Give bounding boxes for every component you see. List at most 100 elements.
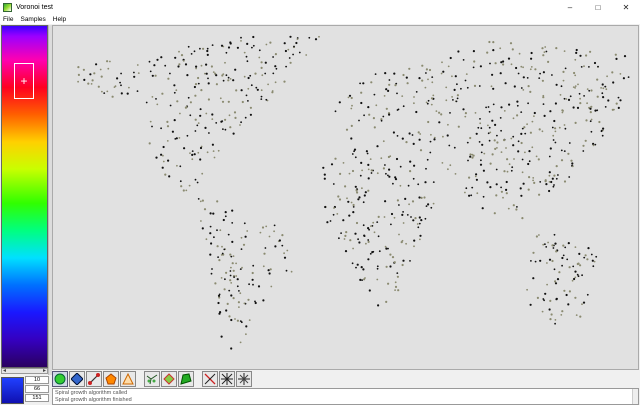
cross-tool[interactable]: [202, 370, 218, 387]
log-scrollbar[interactable]: [632, 389, 638, 404]
sample-point: [91, 79, 94, 82]
value-field-1[interactable]: 10: [25, 376, 49, 384]
maximize-button[interactable]: □: [584, 0, 612, 14]
sample-point: [377, 304, 380, 307]
sample-point: [149, 70, 152, 73]
voronoi-tool[interactable]: [144, 370, 160, 387]
sample-point: [164, 64, 167, 67]
menu-samples[interactable]: Samples: [20, 16, 45, 23]
sample-point: [236, 285, 239, 288]
sample-point: [534, 260, 537, 263]
menu-file[interactable]: File: [3, 16, 13, 23]
sample-point: [488, 40, 491, 44]
sample-point: [520, 65, 523, 68]
sample-point: [239, 292, 242, 295]
sample-point: [269, 41, 272, 44]
sample-point: [549, 147, 552, 150]
sample-point: [211, 113, 214, 116]
value-field-2[interactable]: 66: [25, 385, 49, 393]
sample-point: [543, 51, 546, 53]
sample-point: [493, 212, 496, 215]
current-color-swatch[interactable]: [1, 377, 24, 404]
triangle-tool[interactable]: [120, 370, 136, 387]
palette-marker[interactable]: +: [14, 63, 34, 99]
sample-point: [364, 191, 367, 194]
sample-point: [373, 93, 376, 96]
palette-scrollbar[interactable]: ◂ ▸: [1, 368, 48, 374]
sample-point: [491, 119, 494, 122]
sample-point: [506, 170, 509, 173]
sample-point: [200, 64, 203, 67]
log-panel[interactable]: Spiral growth algorithm called Spiral gr…: [52, 388, 639, 405]
sample-point: [475, 173, 478, 176]
sample-point: [97, 85, 100, 88]
sample-point: [355, 189, 358, 192]
sample-point: [447, 65, 450, 68]
color-palette[interactable]: +: [1, 25, 48, 368]
sample-point: [469, 155, 472, 158]
sample-point: [376, 267, 379, 270]
sample-point: [520, 111, 523, 113]
value-field-3[interactable]: 151: [25, 394, 49, 402]
sample-point: [289, 35, 292, 38]
sample-point: [408, 67, 411, 70]
drawing-canvas[interactable]: [52, 25, 639, 370]
star-tool[interactable]: [219, 370, 235, 387]
sample-point: [590, 118, 593, 121]
sample-point: [412, 142, 415, 145]
sample-point: [179, 165, 182, 168]
sample-point: [429, 151, 432, 154]
sample-point: [412, 219, 415, 222]
sample-point: [583, 95, 585, 97]
sample-point: [222, 218, 225, 222]
sample-point: [457, 50, 460, 53]
sample-point: [508, 163, 511, 166]
sample-point: [210, 272, 213, 275]
sample-point: [451, 96, 453, 98]
sample-point: [442, 135, 444, 138]
sample-point: [367, 227, 370, 230]
minimize-button[interactable]: –: [556, 0, 584, 14]
sample-point: [418, 77, 421, 80]
diamond-tool[interactable]: [69, 370, 85, 387]
sample-point: [211, 143, 214, 146]
sample-point: [500, 186, 502, 189]
sample-point: [502, 196, 504, 199]
sample-point: [357, 198, 360, 201]
polygon-tool[interactable]: [103, 370, 119, 387]
sample-point: [240, 89, 243, 92]
title-bar[interactable]: Voronoi test – □ ✕: [0, 0, 640, 14]
sample-point: [195, 67, 198, 70]
scroll-left-icon[interactable]: ◂: [3, 367, 6, 374]
fill-tool[interactable]: [178, 370, 194, 387]
sample-point: [392, 131, 395, 134]
sample-point: [100, 75, 103, 78]
sample-point: [345, 231, 348, 234]
sample-point: [566, 258, 569, 261]
star-alt-tool[interactable]: [236, 370, 252, 387]
sample-point: [186, 134, 189, 137]
sample-point: [339, 172, 342, 175]
sample-point: [82, 68, 85, 71]
sample-point: [240, 248, 243, 251]
line-tool[interactable]: [86, 370, 102, 387]
circle-tool[interactable]: [52, 370, 68, 387]
sample-point: [574, 85, 577, 87]
sample-point: [352, 206, 355, 208]
close-button[interactable]: ✕: [612, 0, 640, 14]
region-tool[interactable]: [161, 370, 177, 387]
sample-point: [207, 98, 210, 101]
scroll-right-icon[interactable]: ▸: [43, 367, 46, 374]
sample-point: [258, 56, 261, 59]
sample-point: [252, 35, 255, 39]
sample-point: [243, 51, 246, 54]
sample-point: [367, 189, 370, 192]
sample-point: [416, 223, 419, 225]
sample-point: [555, 297, 558, 300]
sample-point: [617, 96, 620, 99]
menu-help[interactable]: Help: [53, 16, 66, 23]
sample-point: [424, 86, 427, 89]
sample-point: [527, 188, 530, 191]
sample-point: [260, 89, 263, 92]
sample-point: [160, 56, 163, 59]
